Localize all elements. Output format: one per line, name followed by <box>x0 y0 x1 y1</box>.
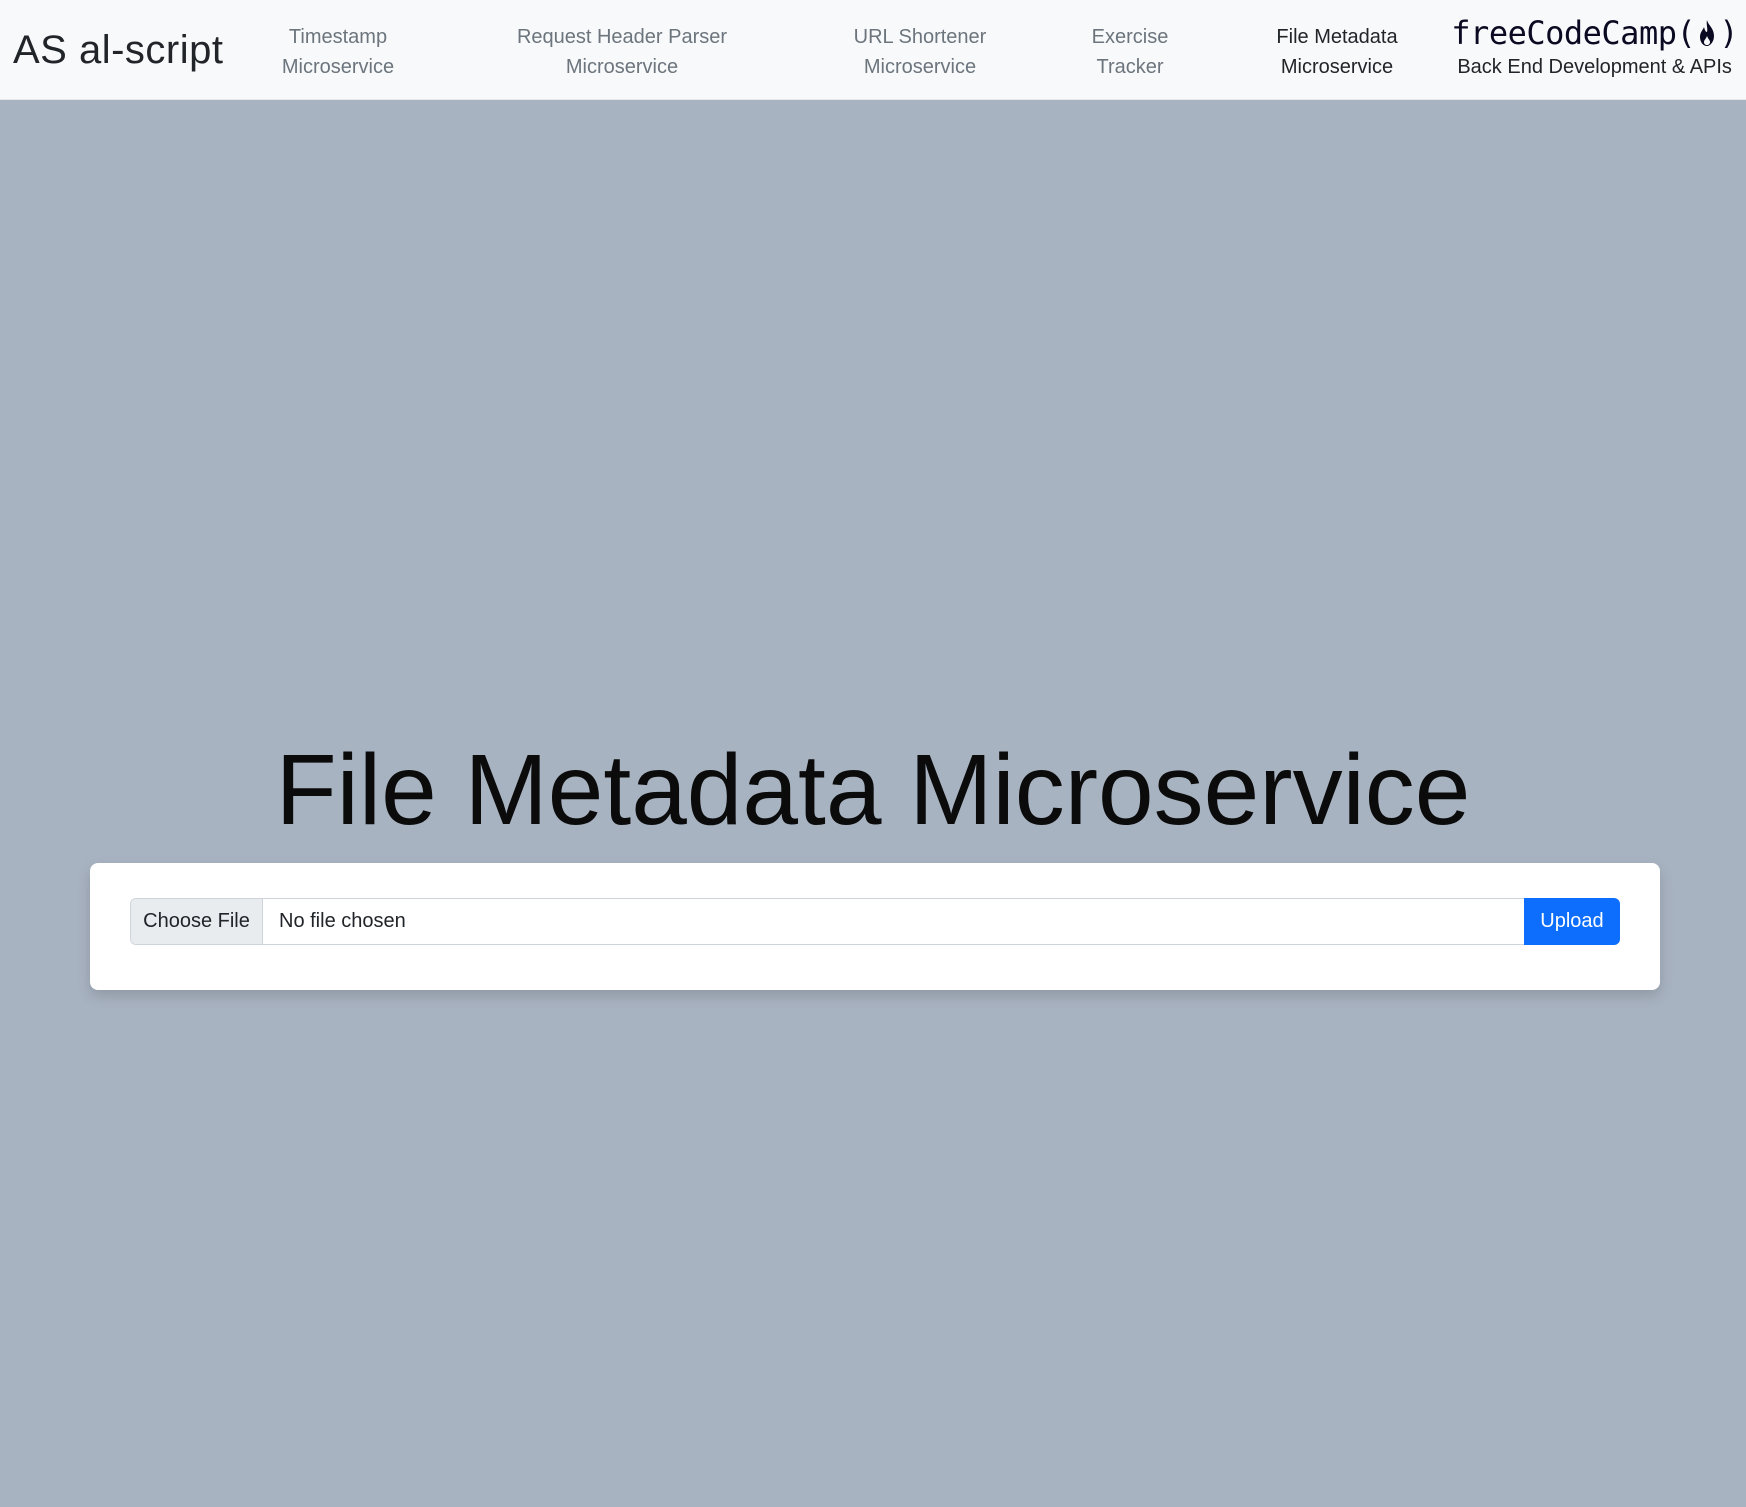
freecodecamp-subtitle: Back End Development & APIs <box>1457 56 1732 78</box>
nav-link-label: Microservice <box>281 56 395 78</box>
file-status-text: No file chosen <box>279 910 406 932</box>
upload-card: Choose File No file chosen Upload <box>90 863 1660 990</box>
navbar: AS al-script Timestamp Microservice Requ… <box>0 0 1746 100</box>
nav-link-label: Request Header Parser <box>516 26 728 48</box>
page-title: File Metadata Microservice <box>275 734 1471 846</box>
nav-link-file-metadata[interactable]: File Metadata Microservice <box>1262 22 1412 82</box>
nav-link-timestamp[interactable]: Timestamp Microservice <box>258 22 418 82</box>
nav-link-label: Microservice <box>1280 56 1394 78</box>
nav-link-request-header-parser[interactable]: Request Header Parser Microservice <box>512 22 732 82</box>
nav-link-label: Timestamp <box>288 26 388 48</box>
nav-link-label: File Metadata <box>1276 26 1398 48</box>
file-input[interactable]: Choose File No file chosen <box>130 898 1524 945</box>
upload-form: Choose File No file chosen Upload <box>130 898 1620 945</box>
nav-link-url-shortener[interactable]: URL Shortener Microservice <box>840 22 1000 82</box>
nav-link-label: Microservice <box>863 56 977 78</box>
freecodecamp-logo-text: ) <box>1719 14 1738 52</box>
freecodecamp-link[interactable]: freeCodeCamp( ) Back End Development & A… <box>1451 14 1738 80</box>
freecodecamp-logo: freeCodeCamp( ) <box>1451 14 1738 52</box>
choose-file-button[interactable]: Choose File <box>131 899 263 944</box>
upload-button[interactable]: Upload <box>1524 898 1620 945</box>
nav-link-label: Exercise <box>1091 26 1169 48</box>
nav-link-label: URL Shortener <box>853 26 987 48</box>
brand-link[interactable]: AS al-script <box>13 24 224 76</box>
freecodecamp-logo-text: freeCodeCamp( <box>1451 14 1696 52</box>
flame-icon <box>1700 20 1715 46</box>
nav-link-label: Microservice <box>565 56 679 78</box>
nav-link-exercise-tracker[interactable]: Exercise Tracker <box>1070 22 1190 82</box>
nav-link-label: Tracker <box>1096 56 1164 78</box>
